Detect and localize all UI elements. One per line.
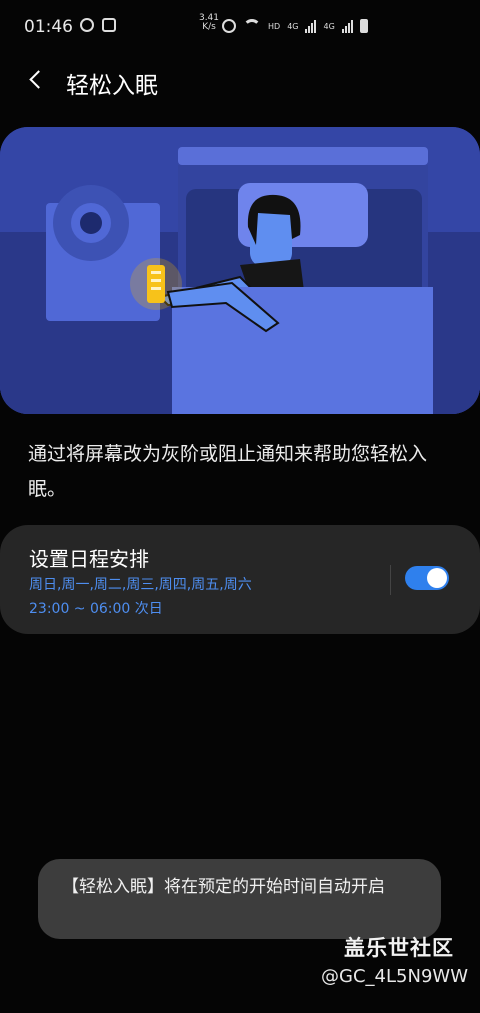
status-time: 01:46 (24, 17, 73, 37)
net-speed: 3.41 K/s (198, 14, 220, 32)
net-speed-unit: K/s (202, 22, 216, 32)
signal-icon (341, 19, 353, 33)
signal-icon (305, 19, 317, 33)
sleep-illustration-icon (0, 127, 480, 414)
schedule-card[interactable]: 设置日程安排 周日,周一,周二,周三,周四,周五,周六 23:00 ~ 06:0… (0, 525, 480, 634)
notification-icon (80, 18, 94, 32)
page-title: 轻松入眠 (66, 73, 158, 99)
app-notification-icon (102, 18, 116, 32)
battery-icon (359, 19, 368, 33)
schedule-time-range: 23:00 ~ 06:00 次日 (29, 601, 163, 617)
status-bar: 01:46 3.41 K/s HD 4G 4G (0, 0, 480, 56)
schedule-days: 周日,周一,周二,周三,周四,周五,周六 (29, 577, 252, 593)
watermark-id: @GC_4L5N9WW (321, 966, 468, 987)
alarm-icon (222, 19, 236, 33)
network-label-2: 4G (323, 21, 335, 31)
toggle-knob (427, 568, 447, 588)
network-label-1: 4G (287, 21, 299, 31)
illustration (0, 127, 480, 414)
status-right-icons: HD 4G 4G (222, 19, 368, 33)
hd-label: HD (268, 21, 281, 31)
back-button[interactable] (26, 68, 50, 92)
status-left-icons (80, 18, 116, 32)
divider (390, 565, 391, 595)
feature-description: 通过将屏幕改为灰阶或阻止通知来帮助您轻松入眠。 (28, 443, 428, 500)
watermark-name: 盖乐世社区 (344, 936, 454, 960)
schedule-title: 设置日程安排 (29, 547, 149, 571)
wifi-icon (243, 19, 261, 33)
schedule-toggle[interactable] (405, 566, 449, 590)
toast-message: 【轻松入眠】将在预定的开始时间自动开启 (38, 859, 441, 939)
